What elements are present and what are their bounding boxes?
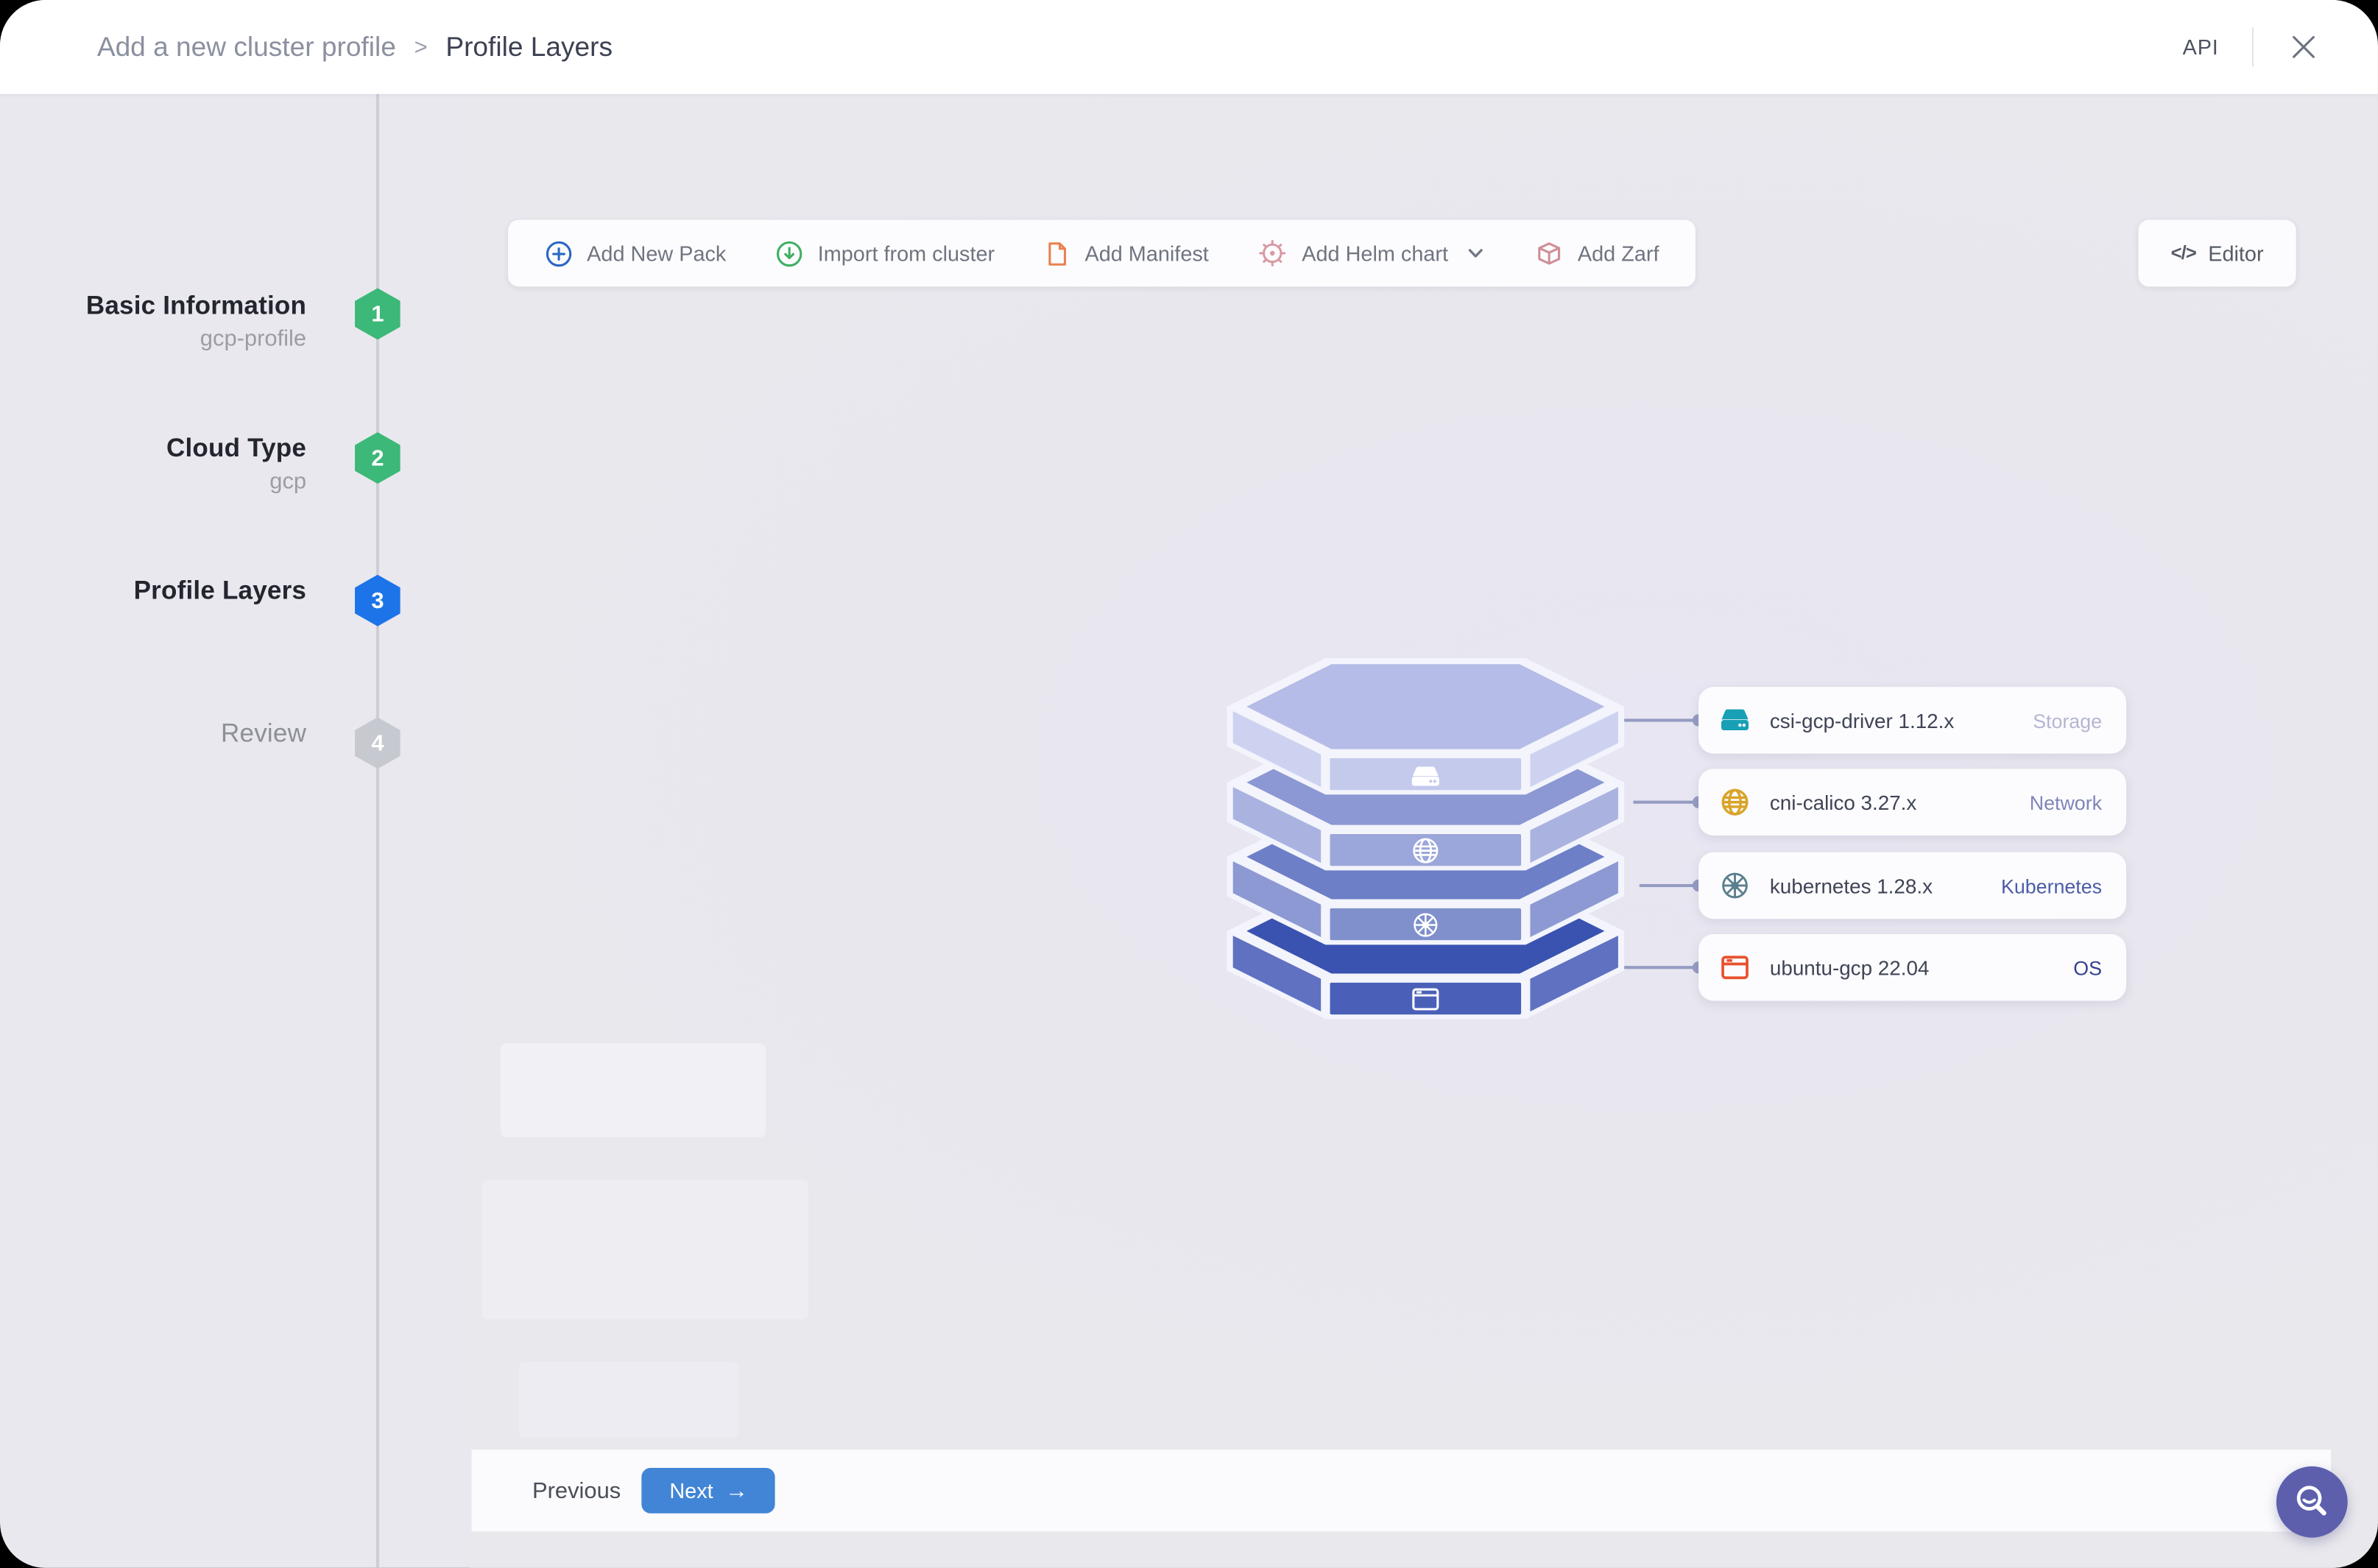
kubernetes-wheel-icon xyxy=(1414,913,1438,937)
step-title: Profile Layers xyxy=(133,576,307,605)
code-icon: </> xyxy=(2170,242,2197,264)
breadcrumb-parent-link[interactable]: Add a new cluster profile xyxy=(97,31,396,63)
breadcrumb-separator-icon: > xyxy=(414,34,428,60)
step-number: 2 xyxy=(371,445,384,471)
step-title: Basic Information xyxy=(85,291,307,320)
next-label: Next xyxy=(669,1478,713,1503)
download-circle-icon xyxy=(777,240,802,266)
search-icon xyxy=(2296,1486,2326,1516)
connector-storage xyxy=(1623,714,1705,727)
step-2-hexagon[interactable]: 2 xyxy=(355,432,401,484)
search-fab-button[interactable] xyxy=(2276,1466,2348,1538)
step-number: 3 xyxy=(371,587,384,614)
os-window-icon xyxy=(1721,956,1749,980)
manifest-file-icon xyxy=(1048,241,1067,265)
background-pattern xyxy=(500,1043,766,1137)
editor-label: Editor xyxy=(2208,241,2264,266)
pack-name: ubuntu-gcp 22.04 xyxy=(1769,956,1930,979)
app-header: Add a new cluster profile > Profile Laye… xyxy=(0,0,2378,94)
previous-button[interactable]: Previous xyxy=(532,1477,621,1503)
header-actions: API xyxy=(2183,27,2321,67)
step-number: 1 xyxy=(371,300,384,327)
kubernetes-wheel-icon xyxy=(1722,872,1748,899)
pack-type-badge: Storage xyxy=(2033,709,2103,732)
storage-drive-icon xyxy=(1721,709,1749,731)
page-title: Profile Layers xyxy=(445,31,613,62)
step-title: Cloud Type xyxy=(166,434,307,463)
globe-icon xyxy=(1721,788,1749,816)
arrow-right-icon: → xyxy=(725,1477,749,1504)
next-button[interactable]: Next → xyxy=(642,1467,776,1514)
pack-name: cni-calico 3.27.x xyxy=(1769,791,1917,814)
footer-bar: Previous Next → xyxy=(471,1449,2332,1532)
pack-type-badge: Kubernetes xyxy=(2001,874,2103,897)
import-from-cluster-button[interactable]: Import from cluster xyxy=(775,239,995,267)
toolbar-label: Add Manifest xyxy=(1084,241,1209,266)
profile-layer-stack xyxy=(1227,657,1625,1020)
sidebar-step-cloud-type[interactable]: Cloud Type gcp xyxy=(0,434,306,494)
pack-type-badge: Network xyxy=(2029,791,2103,814)
add-helm-chart-button[interactable]: Add Helm chart xyxy=(1258,238,1486,268)
pack-card-kubernetes[interactable]: kubernetes 1.28.x Kubernetes xyxy=(1698,852,2126,919)
toolbar-label: Add New Pack xyxy=(587,241,727,266)
pack-card-network[interactable]: cni-calico 3.27.x Network xyxy=(1698,769,2126,836)
stage: Add a new cluster profile > Profile Laye… xyxy=(0,0,2378,1568)
pack-card-storage[interactable]: csi-gcp-driver 1.12.x Storage xyxy=(1698,687,2126,754)
step-title: Review xyxy=(221,718,307,748)
pack-toolbar: Add New Pack Import from cluster Add Man… xyxy=(508,219,1696,287)
step-3-hexagon[interactable]: 3 xyxy=(355,574,401,626)
sidebar-step-profile-layers[interactable]: Profile Layers xyxy=(0,576,306,607)
plus-circle-icon xyxy=(546,240,572,266)
step-4-hexagon[interactable]: 4 xyxy=(355,717,401,769)
toolbar-label: Add Zarf xyxy=(1577,241,1659,266)
pack-type-badge: OS xyxy=(2073,956,2103,979)
add-new-pack-button[interactable]: Add New Pack xyxy=(545,239,727,267)
background-pattern xyxy=(482,1179,808,1320)
app-window: Add a new cluster profile > Profile Laye… xyxy=(0,0,2378,1568)
step-1-hexagon[interactable]: 1 xyxy=(355,288,401,340)
close-icon[interactable] xyxy=(2287,30,2320,63)
connector-kubernetes xyxy=(1639,879,1705,892)
add-zarf-button[interactable]: Add Zarf xyxy=(1535,239,1659,267)
step-subtitle: gcp-profile xyxy=(200,325,307,352)
add-manifest-button[interactable]: Add Manifest xyxy=(1044,239,1209,267)
chevron-down-icon xyxy=(1468,249,1483,258)
api-button[interactable]: API xyxy=(2183,35,2219,59)
helm-wheel-icon xyxy=(1260,240,1287,267)
sidebar-step-review[interactable]: Review xyxy=(0,718,306,749)
steps-sidebar: Basic Information gcp-profile 1 Cloud Ty… xyxy=(0,93,470,1568)
editor-button[interactable]: </> Editor xyxy=(2138,219,2296,287)
sidebar-step-basic-information[interactable]: Basic Information gcp-profile xyxy=(0,292,306,352)
pack-name: csi-gcp-driver 1.12.x xyxy=(1769,709,1955,732)
step-number: 4 xyxy=(371,730,384,756)
pack-card-os[interactable]: ubuntu-gcp 22.04 OS xyxy=(1698,933,2126,1001)
toolbar-label: Add Helm chart xyxy=(1302,241,1449,266)
header-divider xyxy=(2251,27,2254,67)
storage-layer-slab[interactable] xyxy=(1227,657,1625,795)
breadcrumb: Add a new cluster profile > Profile Laye… xyxy=(97,31,613,63)
connector-network xyxy=(1633,796,1705,808)
toolbar-label: Import from cluster xyxy=(817,241,995,266)
step-subtitle: gcp xyxy=(269,468,307,495)
zarf-package-icon xyxy=(1538,241,1561,264)
background-pattern xyxy=(518,1361,739,1438)
pack-name: kubernetes 1.28.x xyxy=(1769,874,1933,897)
